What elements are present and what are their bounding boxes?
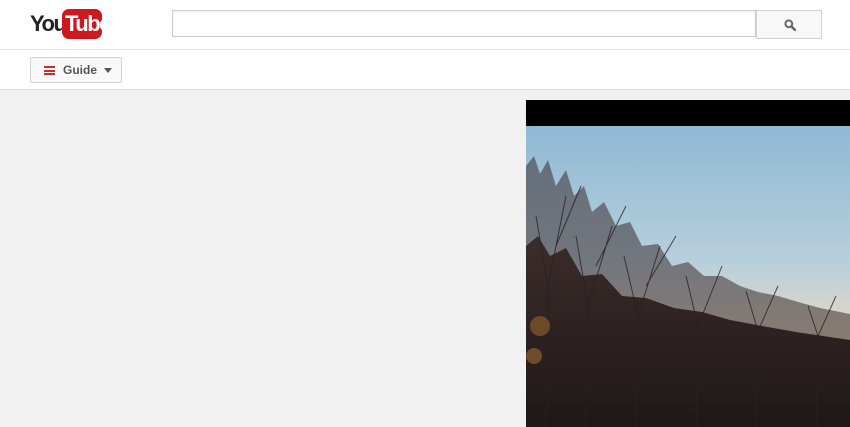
video-player[interactable] [526, 100, 850, 427]
guide-bar: Guide [0, 50, 850, 90]
youtube-logo[interactable]: You Tube [30, 9, 111, 39]
hamburger-icon [44, 66, 55, 75]
search-icon [784, 19, 796, 31]
caret-down-icon [104, 68, 112, 73]
video-thumbnail [526, 126, 850, 427]
logo-tube-text: Tube [65, 11, 111, 36]
search-button[interactable] [756, 10, 822, 39]
guide-button[interactable]: Guide [30, 57, 122, 83]
masthead: You Tube [0, 0, 850, 50]
guide-button-label: Guide [63, 63, 98, 77]
search-input[interactable] [172, 10, 756, 37]
logo-you-text: You [30, 11, 67, 36]
